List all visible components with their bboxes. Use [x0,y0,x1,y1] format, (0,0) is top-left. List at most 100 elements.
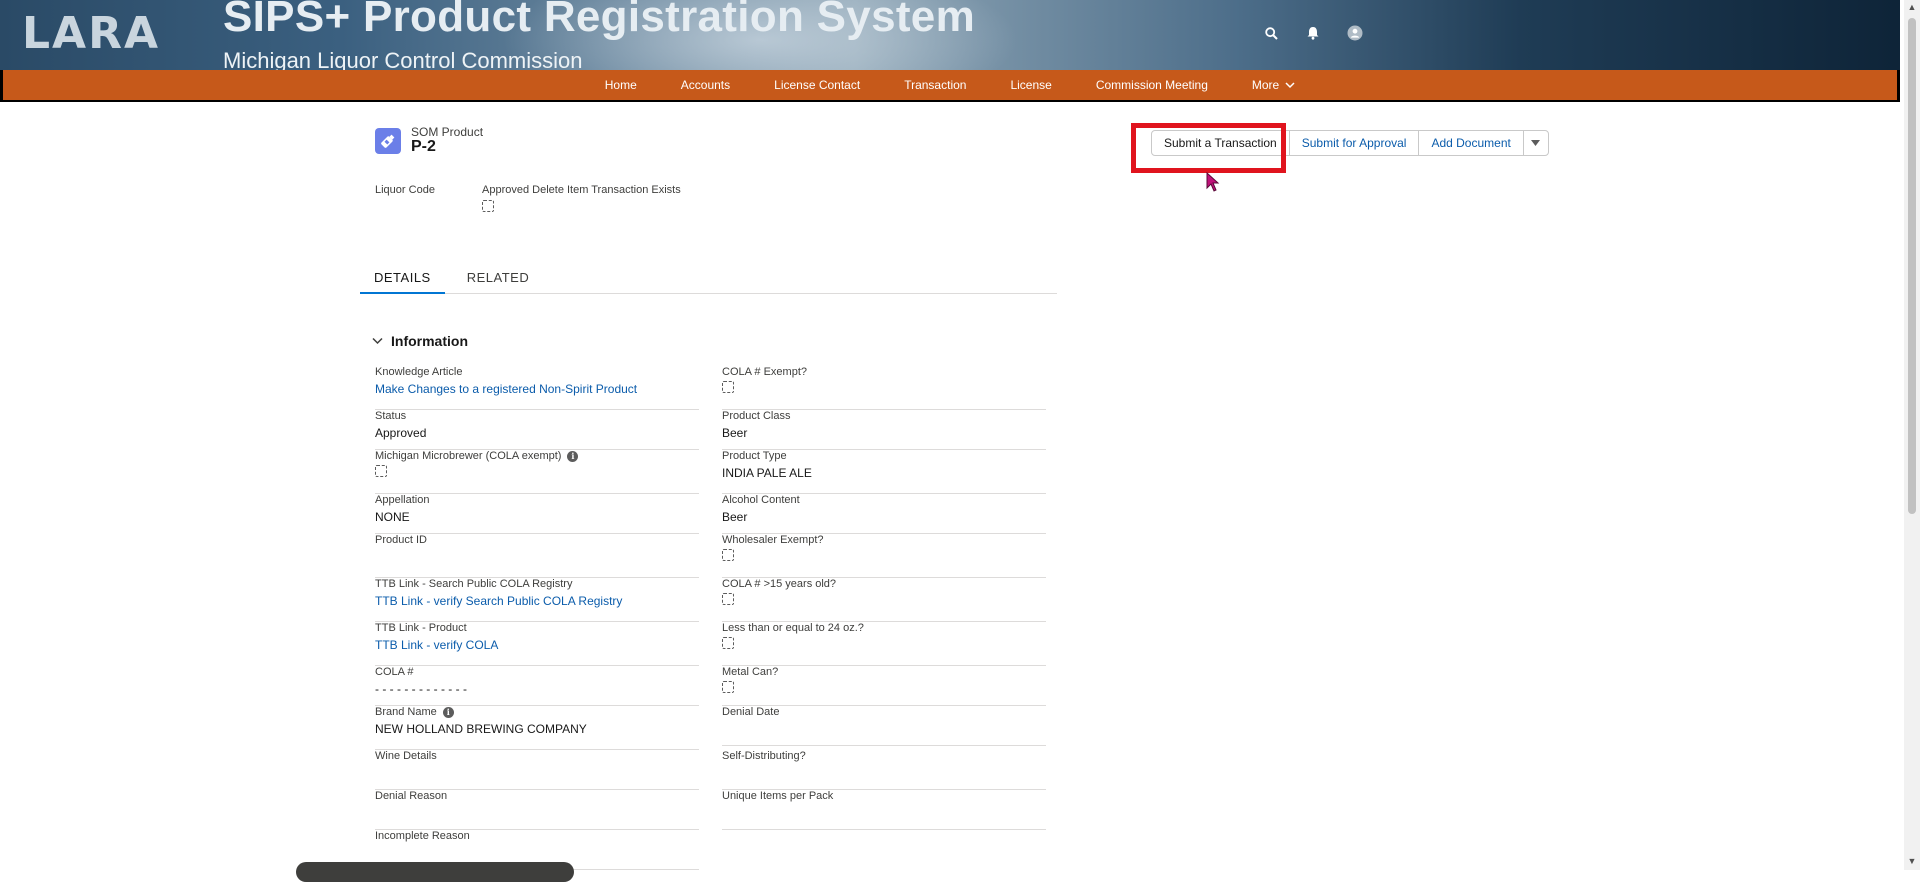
chevron-down-icon [1285,81,1295,88]
section-information-header[interactable]: Information [372,333,468,349]
field-value [375,550,699,566]
field-label: Less than or equal to 24 oz.? [722,622,1046,634]
more-actions-button[interactable] [1522,130,1549,156]
field-label: Wholesaler Exempt? [722,534,1046,546]
field-label-text: TTB Link - Search Public COLA Registry [375,578,573,590]
field-label: TTB Link - Product [375,622,699,634]
field-value-link[interactable]: TTB Link - verify Search Public COLA Reg… [375,594,699,610]
field-checkbox [722,681,734,693]
add-document-button[interactable]: Add Document [1418,130,1524,156]
field-value-link[interactable]: TTB Link - verify COLA [375,638,699,654]
field-checkbox [722,549,734,561]
field-ttb-link-product: TTB Link - Product TTB Link - verify COLA [375,622,699,666]
field-label-text: Denial Reason [375,790,448,802]
field-label: Knowledge Article [375,366,699,378]
field-label: COLA # >15 years old? [722,578,1046,590]
header-icons [1262,24,1364,42]
field-label: TTB Link - Search Public COLA Registry [375,578,699,590]
field-value [722,637,1046,653]
search-icon[interactable] [1262,24,1280,42]
field-alcohol-content: Alcohol Content Beer [722,494,1046,534]
field-label-text: Less than or equal to 24 oz.? [722,622,864,634]
field-label-text: Unique Items per Pack [722,790,834,802]
field-label-text: Product Type [722,450,787,462]
field-label: Self-Distributing? [722,750,1046,762]
scroll-down-arrow-icon[interactable]: ▼ [1907,856,1917,866]
field-label: Product Class [722,410,1046,422]
bottle-icon [375,128,401,154]
field-label: Brand Name i [375,706,699,718]
field-value: NONE [375,510,410,524]
field-label: COLA # [375,666,699,678]
submit-approval-button[interactable]: Submit for Approval [1288,130,1420,156]
bell-icon[interactable] [1304,24,1322,42]
nav-item-transaction[interactable]: Transaction [882,78,988,92]
field-label: Denial Reason [375,790,699,802]
field-label-text: Self-Distributing? [722,750,806,762]
user-avatar-icon[interactable] [1346,24,1364,42]
field-label-text: Denial Date [722,706,780,718]
header-banner: LARA SIPS+ Product Registration System M… [0,0,1900,70]
record-name: P-2 [411,138,436,155]
field-label-text: COLA # Exempt? [722,366,807,378]
field-label: Denial Date [722,706,1046,718]
field-label: Michigan Microbrewer (COLA exempt) i [375,450,699,462]
field-label: Product Type [722,450,1046,462]
highlight-box [1131,123,1286,173]
field-cola-15-years-old: COLA # >15 years old? [722,578,1046,622]
page-scrollbar[interactable]: ▲ ▼ [1904,0,1920,870]
field-product-id: Product ID [375,534,699,578]
lara-logo: LARA [22,8,161,59]
field-label-text: Knowledge Article [375,366,463,378]
field-metal-can: Metal Can? [722,666,1046,706]
liquor-code-label: Liquor Code [375,184,435,196]
field-label-text: Metal Can? [722,666,779,678]
field-denial-date: Denial Date [722,706,1046,746]
field-value [722,593,1046,609]
field-value [722,381,1046,397]
scroll-up-arrow-icon[interactable]: ▲ [1907,2,1917,12]
field-checkbox [722,593,734,605]
bottom-utility-bar[interactable] [296,862,574,882]
field-knowledge-article: Knowledge Article Make Changes to a regis… [375,366,699,410]
field-value: Beer [722,510,748,524]
nav-item-home[interactable]: Home [583,78,659,92]
nav-item-commission-meeting[interactable]: Commission Meeting [1074,78,1230,92]
field-value [375,806,699,822]
main-nav: Home Accounts License Contact Transactio… [0,70,1900,102]
field-label-text: Appellation [375,494,430,506]
field-checkbox [722,381,734,393]
tab-related[interactable]: RELATED [453,264,544,294]
record-tabs: DETAILS RELATED [360,264,1057,294]
tab-details[interactable]: DETAILS [360,264,445,294]
field-brand-name: Brand Name i NEW HOLLAND BREWING COMPANY [375,706,699,750]
field-label-text: Michigan Microbrewer (COLA exempt) [375,450,562,462]
field-label: COLA # Exempt? [722,366,1046,378]
field-label-text: COLA # >15 years old? [722,578,837,590]
field-cola: COLA # - - - - - - - - - - - - - [375,666,699,706]
field-wholesaler-exempt: Wholesaler Exempt? [722,534,1046,578]
nav-item-license[interactable]: License [988,78,1073,92]
field-label: Metal Can? [722,666,1046,678]
nav-item-license-contact[interactable]: License Contact [752,78,882,92]
field-value-link[interactable]: Make Changes to a registered Non-Spirit … [375,382,699,398]
info-icon[interactable]: i [567,450,579,462]
approved-delete-checkbox [482,200,494,212]
field-label-text: TTB Link - Product [375,622,467,634]
field-value [722,549,1046,565]
field-status: Status Approved [375,410,699,450]
field-label: Alcohol Content [722,494,1046,506]
field-unique-items-per-pack: Unique Items per Pack [722,790,1046,830]
record-object-type: SOM Product [411,125,484,139]
info-icon[interactable]: i [442,706,454,718]
field-label-text: Status [375,410,407,422]
field-label-text: Alcohol Content [722,494,800,506]
field-wine-details: Wine Details [375,750,699,790]
field-denial-reason: Denial Reason [375,790,699,830]
field-self-distributing: Self-Distributing? [722,750,1046,790]
field-cola-exempt: COLA # Exempt? [722,366,1046,410]
nav-item-more[interactable]: More [1230,78,1317,92]
nav-item-accounts[interactable]: Accounts [659,78,752,92]
scroll-thumb[interactable] [1908,18,1916,514]
field-value [375,465,699,481]
